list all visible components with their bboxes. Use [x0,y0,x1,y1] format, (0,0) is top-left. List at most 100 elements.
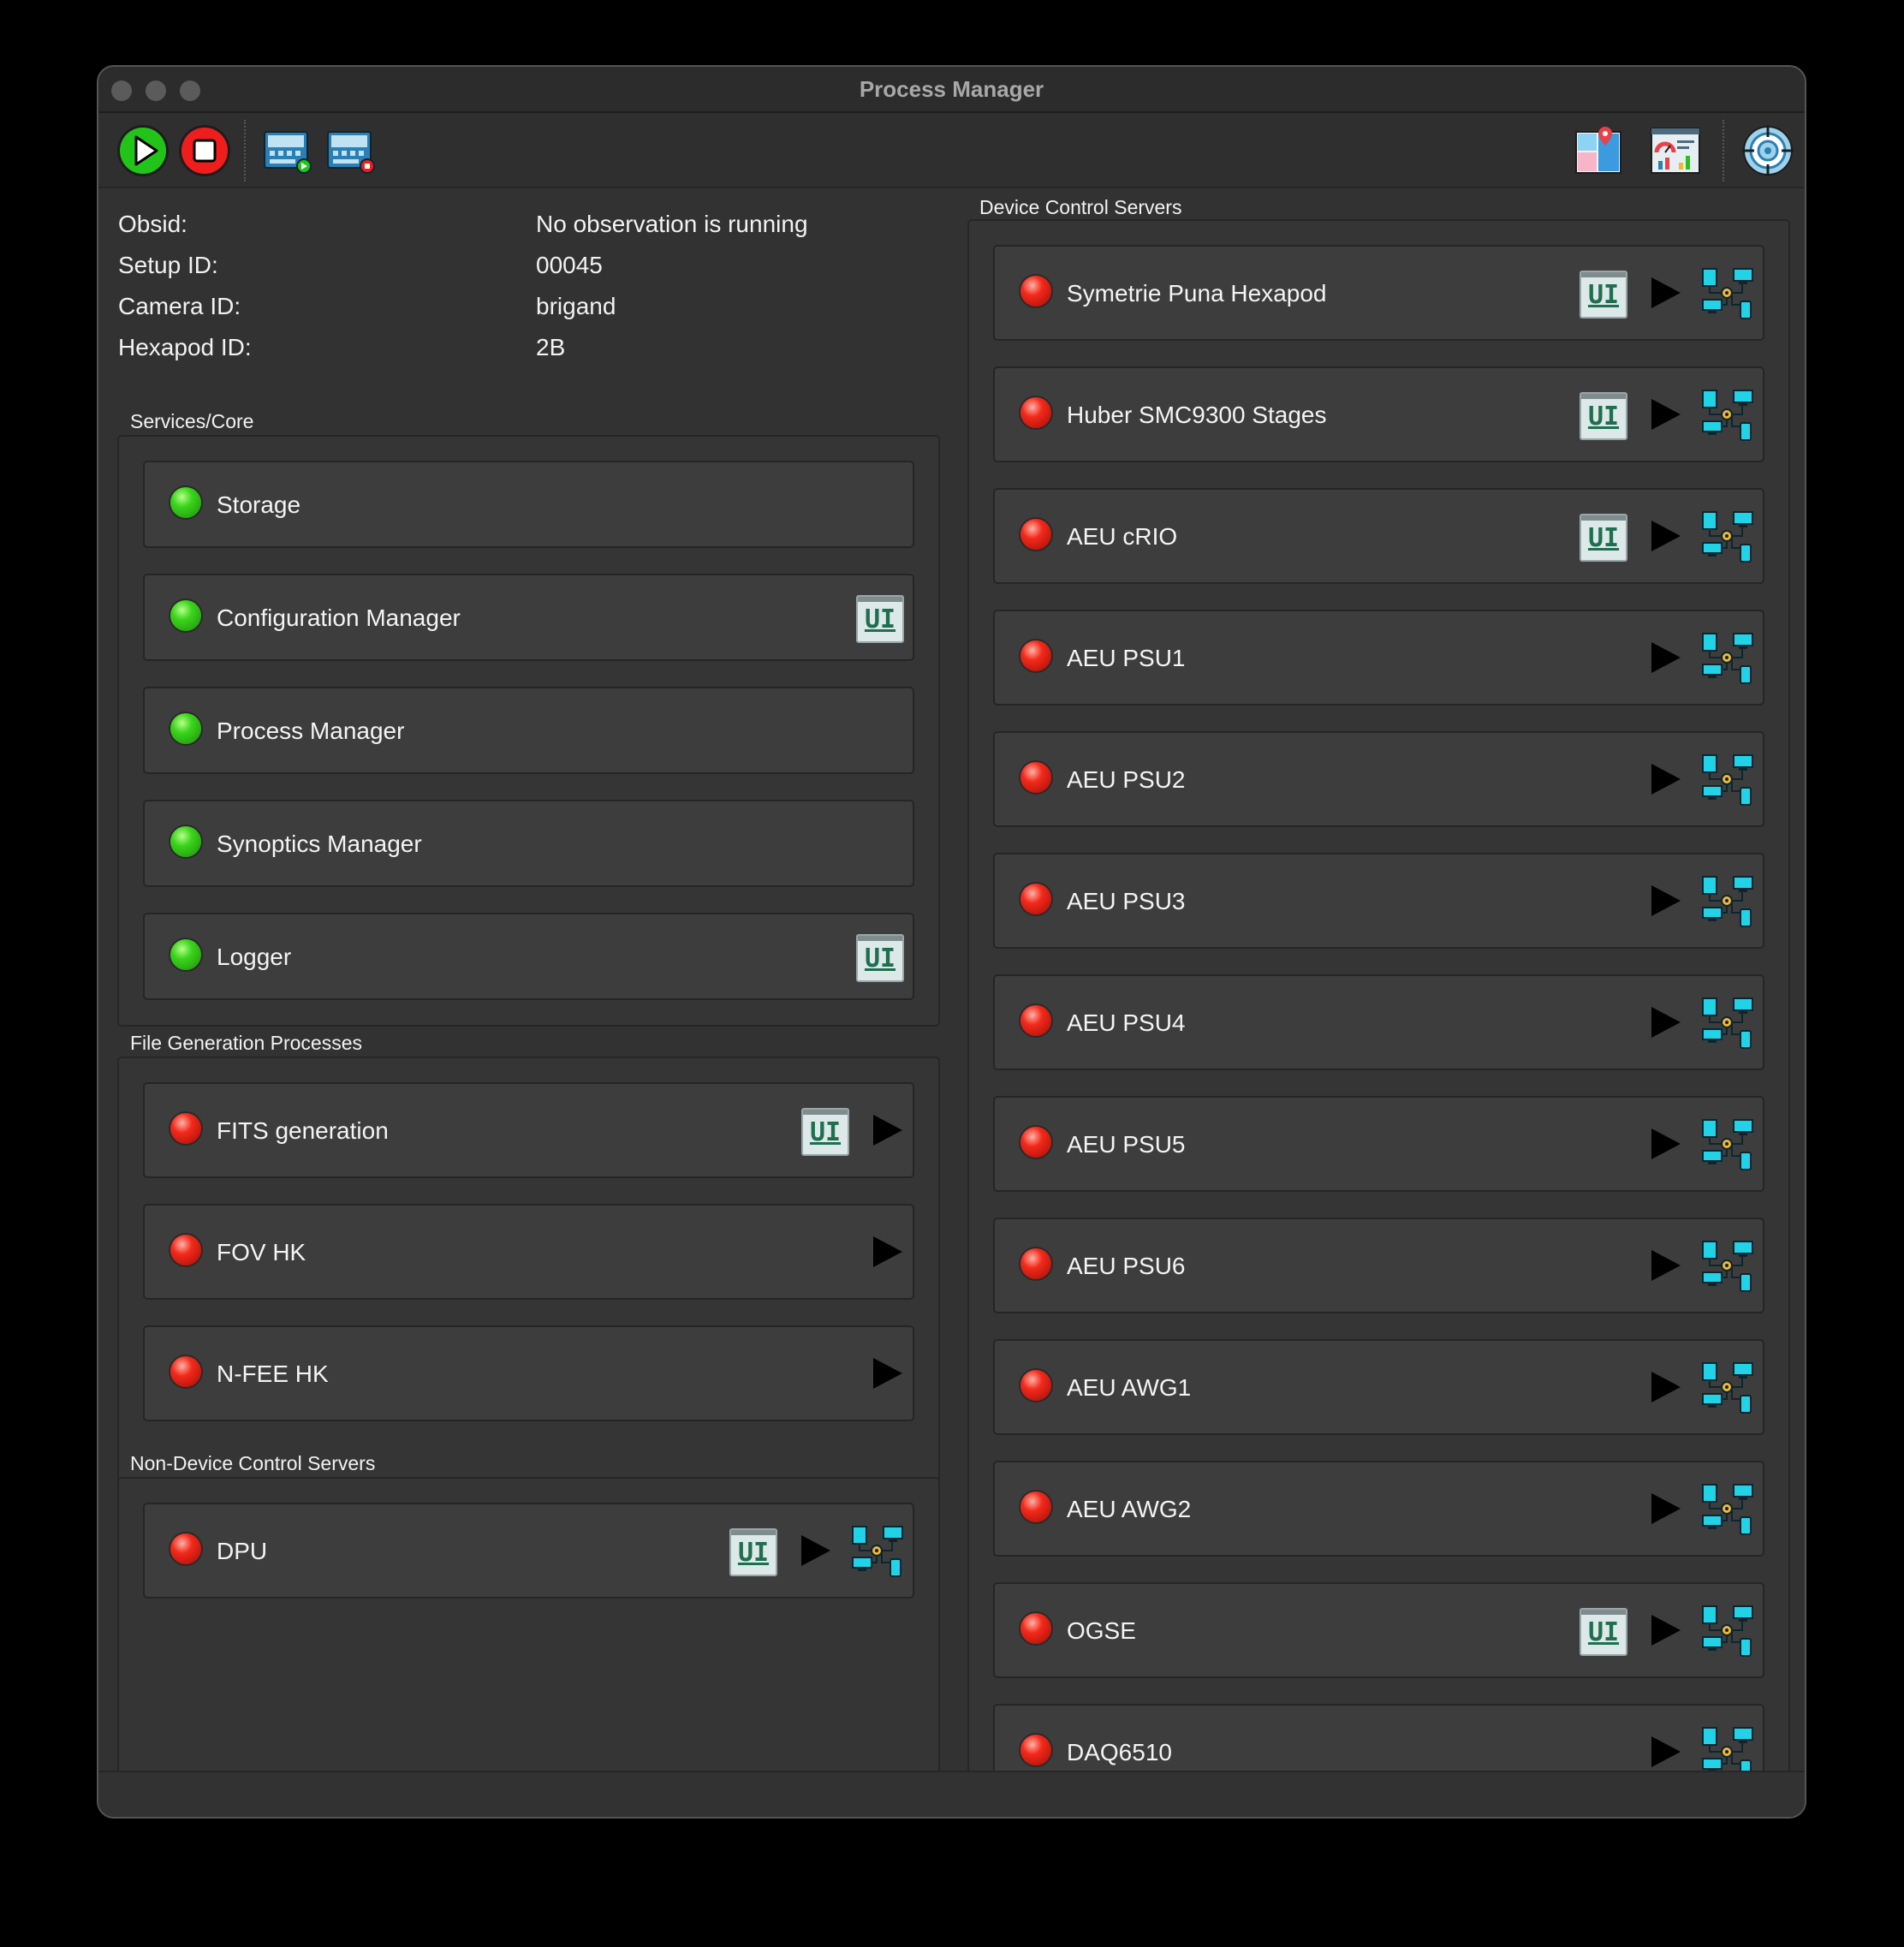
process-row-ogse: OGSE UI [993,1582,1764,1678]
status-led-icon [169,1355,203,1389]
process-label: AEU PSU2 [1067,766,1186,793]
map-icon[interactable] [1571,123,1626,178]
start-process-icon[interactable] [1651,1250,1681,1281]
network-services-icon[interactable] [1699,265,1754,324]
network-services-icon[interactable] [1699,752,1754,811]
group-title-filegen: File Generation Processes [130,1032,363,1054]
network-services-icon[interactable] [1699,1238,1754,1297]
process-label: Logger [217,944,292,970]
toolbar-separator [244,120,246,182]
target-icon[interactable] [1740,123,1795,178]
start-process-icon[interactable] [1651,277,1681,308]
network-services-icon[interactable] [1699,1603,1754,1662]
process-row-dpu: DPU UI [143,1503,914,1599]
process-row-aeu-awg1: AEU AWG1 [993,1339,1764,1435]
process-row-aeu-awg2: AEU AWG2 [993,1461,1764,1557]
obsid-value: No observation is running [536,211,808,237]
status-led-icon [1019,1490,1053,1524]
process-row-n-fee-hk: N-FEE HK [143,1325,914,1421]
network-services-icon[interactable] [1699,387,1754,446]
toolbar [98,113,1805,188]
status-led-icon [169,825,203,859]
start-process-icon[interactable] [1651,764,1681,795]
process-row-aeu-psu1: AEU PSU1 [993,610,1764,706]
network-services-icon[interactable] [1699,1481,1754,1540]
process-manager-window: Process Manager Obsid: No observation is… [97,65,1806,1819]
start-process-icon[interactable] [873,1115,902,1146]
network-services-icon[interactable] [1699,995,1754,1054]
process-label: OGSE [1067,1617,1136,1644]
open-ui-icon-text: UI [1587,523,1620,553]
process-label: AEU PSU3 [1067,888,1186,914]
status-led-icon [1019,882,1053,916]
open-ui-icon[interactable]: UI [1580,514,1627,562]
process-row-aeu-psu4: AEU PSU4 [993,974,1764,1070]
process-row-fits-generation: FITS generation UI [143,1082,914,1178]
start-process-icon[interactable] [1651,1372,1681,1402]
group-title-core: Services/Core [130,410,254,432]
start-process-icon[interactable] [1651,1736,1681,1767]
start-process-icon[interactable] [873,1236,902,1267]
status-led-icon [169,1532,203,1566]
status-led-icon [1019,517,1053,551]
open-ui-icon[interactable]: UI [1580,392,1627,440]
open-ui-icon-text: UI [1587,1617,1620,1647]
status-led-icon [169,1233,203,1267]
camera-id-value: brigand [536,293,616,319]
open-ui-icon[interactable]: UI [801,1108,849,1156]
network-services-icon[interactable] [849,1523,904,1582]
start-process-icon[interactable] [801,1535,830,1566]
setup-id-label: Setup ID: [118,252,218,278]
window-title: Process Manager [859,76,1044,102]
open-ui-icon[interactable]: UI [1580,1608,1627,1656]
status-led-icon [169,712,203,746]
open-ui-icon[interactable]: UI [729,1528,777,1576]
process-label: AEU PSU1 [1067,645,1186,671]
toolbar-separator [1723,120,1724,182]
dashboard-icon[interactable] [1648,123,1703,178]
start-process-icon[interactable] [1651,1615,1681,1646]
stop-icon[interactable] [177,123,232,178]
process-label: AEU AWG1 [1067,1374,1192,1401]
status-led-icon [1019,639,1053,673]
process-label: AEU PSU5 [1067,1131,1186,1158]
status-led-icon [1019,396,1053,430]
status-led-icon [1019,1003,1053,1038]
status-led-icon [1019,1733,1053,1767]
status-led-icon [1019,1125,1053,1159]
process-label: AEU PSU6 [1067,1253,1186,1279]
process-row-process-manager: Process Manager [143,687,914,774]
network-services-icon[interactable] [1699,509,1754,568]
obsid-label: Obsid: [118,211,187,237]
status-led-icon [169,485,203,520]
process-row-aeu-crio: AEU cRIO UI [993,488,1764,584]
process-label: DAQ6510 [1067,1739,1172,1765]
open-ui-icon[interactable]: UI [856,595,904,643]
network-services-icon[interactable] [1699,630,1754,689]
hexapod-id-label: Hexapod ID: [118,334,252,360]
start-process-icon[interactable] [1651,642,1681,673]
start-process-icon[interactable] [873,1358,902,1389]
network-services-icon[interactable] [1699,1360,1754,1419]
open-ui-icon[interactable]: UI [1580,271,1627,319]
stop-all-icon[interactable] [323,123,378,178]
status-led-icon [1019,1368,1053,1402]
process-label: AEU cRIO [1067,523,1178,550]
process-row-synoptics-manager: Synoptics Manager [143,800,914,887]
status-led-icon [1019,760,1053,795]
open-ui-icon[interactable]: UI [856,934,904,982]
start-process-icon[interactable] [1651,1493,1681,1524]
start-process-icon[interactable] [1651,521,1681,551]
network-services-icon[interactable] [1699,873,1754,932]
play-icon[interactable] [116,123,170,178]
start-process-icon[interactable] [1651,885,1681,916]
network-services-icon[interactable] [1699,1116,1754,1176]
start-process-icon[interactable] [1651,399,1681,430]
start-all-icon[interactable] [259,123,314,178]
process-label: Huber SMC9300 Stages [1067,402,1327,428]
start-process-icon[interactable] [1651,1007,1681,1038]
start-process-icon[interactable] [1651,1128,1681,1159]
process-row-symetrie-puna-hexapod: Symetrie Puna Hexapod UI [993,245,1764,341]
status-led-icon [169,1111,203,1146]
status-led-icon [169,598,203,633]
